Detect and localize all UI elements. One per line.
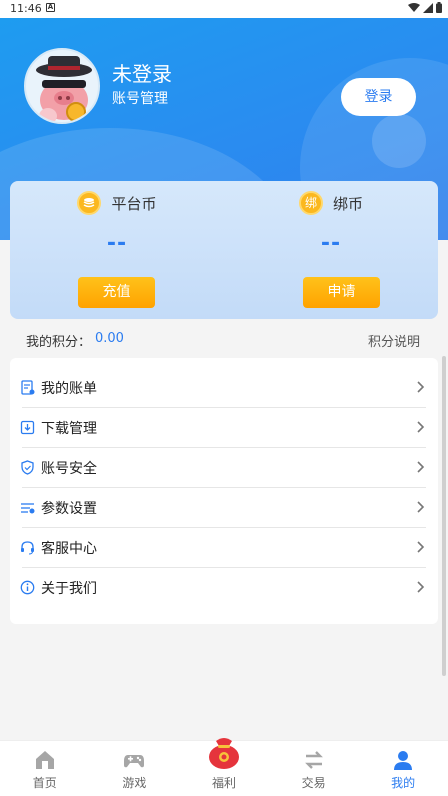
home-icon [35,751,54,769]
menu-item-label: 下载管理 [41,421,97,437]
menu-item-downloads[interactable]: 下载管理 [10,408,438,448]
menu-item-label: 参数设置 [41,501,97,517]
menu-item-label: 关于我们 [41,581,97,597]
scrollbar[interactable] [442,356,446,676]
account-management-link[interactable]: 账号管理 [112,88,168,108]
tab-games[interactable]: 游戏 [90,741,180,796]
points-help-link[interactable]: 积分说明 [368,331,420,350]
tab-trade[interactable]: 交易 [269,741,359,796]
menu-item-bills[interactable]: 我的账单 [10,368,438,408]
tab-label: 交易 [301,776,326,790]
chevron-right-icon [417,541,425,553]
points-label: 我的积分： [26,335,92,350]
login-button[interactable]: 登录 [341,78,416,116]
menu-item-label: 我的账单 [41,381,97,397]
bound-coin-section: 绑 绑币 -- 申请 [224,181,438,319]
chevron-right-icon [417,501,425,513]
info-icon [20,580,35,595]
wallet-card: 平台币 -- 充值 绑 绑币 -- 申请 [10,181,438,319]
tab-home[interactable]: 首页 [0,741,90,796]
username: 未登录 [112,62,172,86]
gamepad-icon [124,755,145,768]
platform-coin-section: 平台币 -- 充值 [10,181,224,319]
pig-avatar-icon [36,56,92,122]
bottom-tab-bar: 首页 游戏 福利 交易 我的 [0,738,448,796]
user-icon [394,751,413,770]
chevron-right-icon [417,461,425,473]
coin-stack-icon [77,191,102,215]
bound-coin-icon: 绑 [298,191,323,215]
chevron-right-icon [417,581,425,593]
notification-icon: A [46,3,55,12]
wifi-icon [408,2,420,12]
platform-coin-label: 平台币 [111,194,157,213]
battery-icon [436,2,442,13]
tab-mine[interactable]: 我的 [358,741,448,796]
swap-icon [304,751,323,769]
points-value: 0.00 [95,331,124,346]
platform-coin-value: -- [106,231,128,256]
tab-welfare[interactable]: 福利 [179,738,269,796]
menu-item-label: 账号安全 [41,461,97,477]
download-icon [20,420,35,435]
chevron-right-icon [417,381,425,393]
points-row: 我的积分： 0.00 积分说明 [0,324,448,354]
apply-button[interactable]: 申请 [303,277,380,308]
menu-item-label: 客服中心 [41,541,97,557]
tab-label: 我的 [391,776,416,790]
bound-coin-label: 绑币 [332,194,363,213]
menu-list: 我的账单 下载管理 账号安全 参数设置 客服中心 关于我们 [10,358,438,624]
menu-item-customer-service[interactable]: 客服中心 [10,528,438,568]
menu-item-about-us[interactable]: 关于我们 [10,568,438,608]
settings-icon [21,503,35,514]
status-icons [408,2,442,13]
tab-label: 福利 [211,776,236,790]
header-bubble [372,114,426,168]
headset-icon [21,541,34,555]
bound-coin-value: -- [320,231,342,256]
chevron-right-icon [417,421,425,433]
lucky-bag-icon [208,738,239,769]
tab-label: 游戏 [122,776,147,790]
shield-icon [21,460,34,475]
cell-signal-icon [423,2,433,13]
tab-label: 首页 [32,776,57,790]
bill-icon [21,380,35,395]
avatar[interactable] [24,48,100,124]
status-bar: 11:46 A [0,0,448,18]
recharge-button[interactable]: 充值 [78,277,155,308]
status-time: 11:46 [10,2,42,15]
menu-item-settings[interactable]: 参数设置 [10,488,438,528]
menu-item-account-security[interactable]: 账号安全 [10,448,438,488]
